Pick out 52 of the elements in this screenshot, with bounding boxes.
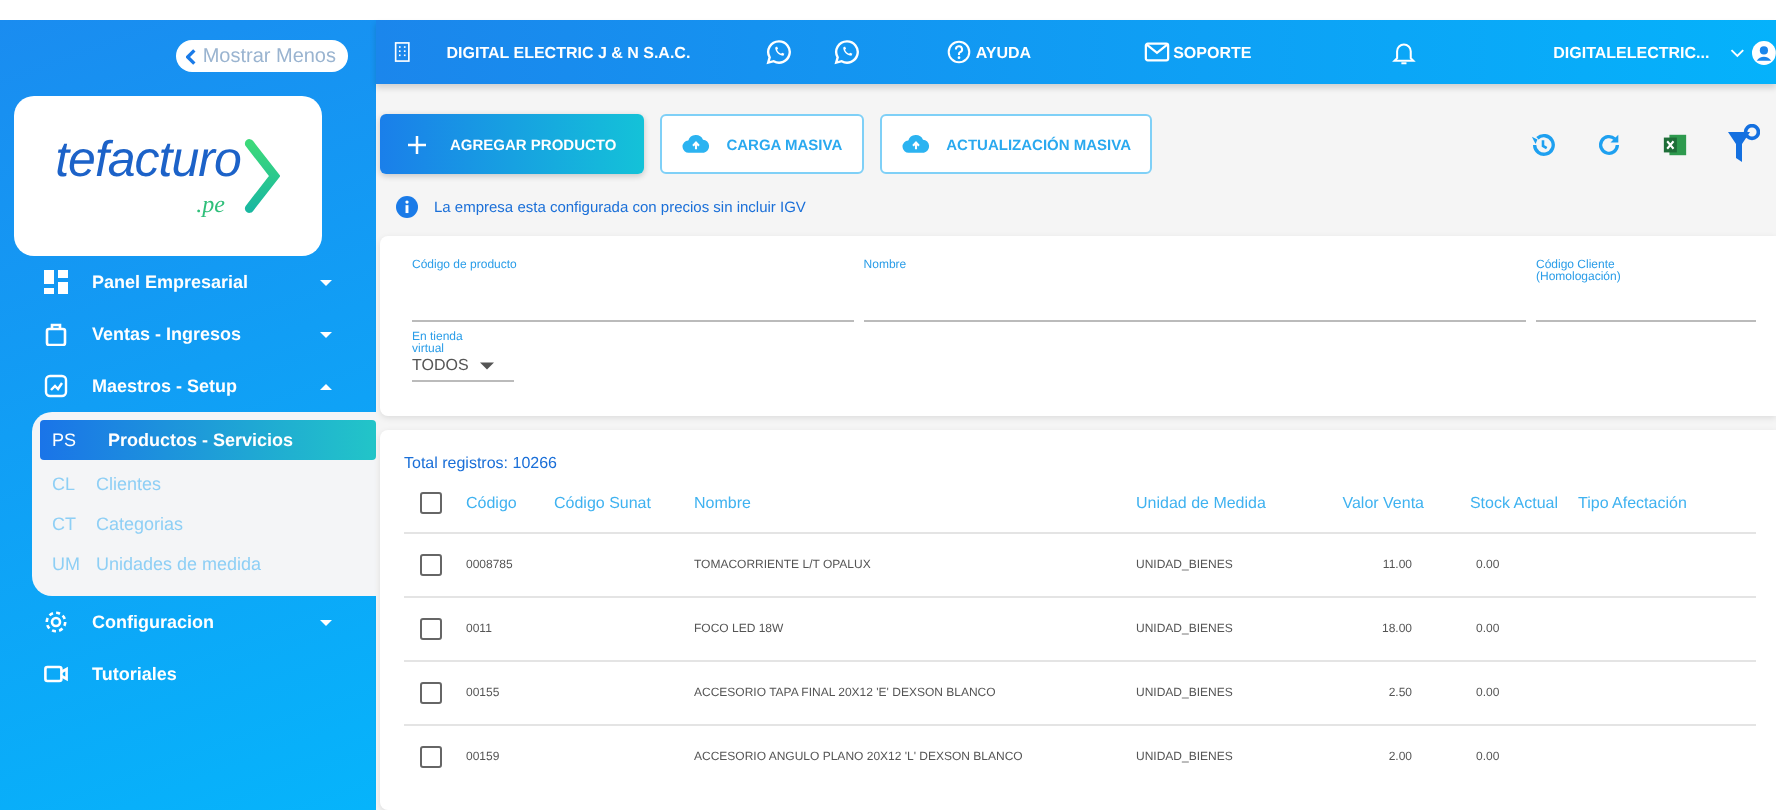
caret-icon[interactable] — [1729, 47, 1745, 57]
question-circle-icon — [945, 40, 972, 64]
menu-item[interactable]: Tutoriales — [0, 648, 376, 700]
spreadsheet-icon[interactable] — [1662, 131, 1688, 157]
chat-bubble-icon[interactable] — [834, 38, 860, 66]
chevron-logo-icon — [244, 138, 281, 214]
checkbox[interactable] — [420, 746, 442, 768]
video-camera-icon — [44, 662, 68, 686]
grid-icon — [44, 270, 68, 294]
help-link[interactable]: AYUDA — [945, 40, 1032, 64]
chevron-left-icon — [186, 47, 197, 65]
caret-icon — [480, 361, 495, 369]
menu-item[interactable]: Panel Empresarial — [0, 256, 376, 308]
logo-name: tefacturo — [55, 132, 241, 190]
collapse-menu-button[interactable]: Mostrar Menos — [176, 40, 348, 72]
menu-item[interactable]: Maestros - Setup — [0, 360, 376, 412]
chart-icon — [44, 374, 68, 398]
column-header[interactable]: Nombre — [694, 493, 1136, 511]
chat-bubble-icon[interactable] — [766, 38, 793, 66]
checkbox[interactable] — [420, 491, 442, 513]
user-name[interactable]: DIGITALELECTRIC... — [1553, 43, 1710, 61]
column-header[interactable]: Unidad de Medida — [1136, 493, 1312, 511]
company-name: DIGITAL ELECTRIC J & N S.A.C. — [446, 43, 691, 61]
total-count: Total registros: 10266 — [404, 454, 559, 472]
checkbox[interactable] — [420, 554, 442, 576]
cloud-upload-icon — [682, 134, 711, 154]
submenu-item[interactable]: CT Categorias — [40, 504, 376, 544]
avatar-icon[interactable] — [1752, 39, 1776, 65]
support-link[interactable]: SOPORTE — [1143, 40, 1252, 64]
checkbox[interactable] — [420, 618, 442, 640]
column-header[interactable]: Stock Actual — [1436, 493, 1558, 511]
submenu-item[interactable]: CL Clientes — [40, 464, 376, 504]
logo-domain: .pe — [196, 190, 225, 220]
menu-item[interactable]: Configuracion — [0, 596, 376, 648]
column-header[interactable]: Código — [466, 493, 554, 511]
submenu-item[interactable]: UM Unidades de medida — [40, 544, 376, 584]
submenu-item[interactable]: PS Productos - Servicios — [40, 420, 376, 460]
building-icon — [394, 40, 411, 64]
column-header[interactable]: Valor Venta — [1312, 493, 1436, 511]
info-icon — [396, 195, 418, 217]
column-header[interactable]: Código Sunat — [554, 493, 694, 511]
refresh-icon[interactable] — [1596, 131, 1622, 157]
menu-item[interactable]: Ventas - Ingresos — [0, 308, 376, 360]
bag-icon — [44, 322, 68, 346]
envelope-icon — [1143, 40, 1170, 64]
column-header[interactable]: Tipo Afectación — [1578, 493, 1726, 511]
checkbox[interactable] — [420, 682, 442, 704]
gear-icon — [44, 610, 68, 634]
cloud-upload-icon — [902, 134, 931, 154]
plus-icon — [408, 135, 426, 153]
filter-icon[interactable] — [1728, 124, 1760, 164]
history-icon[interactable] — [1530, 131, 1556, 157]
